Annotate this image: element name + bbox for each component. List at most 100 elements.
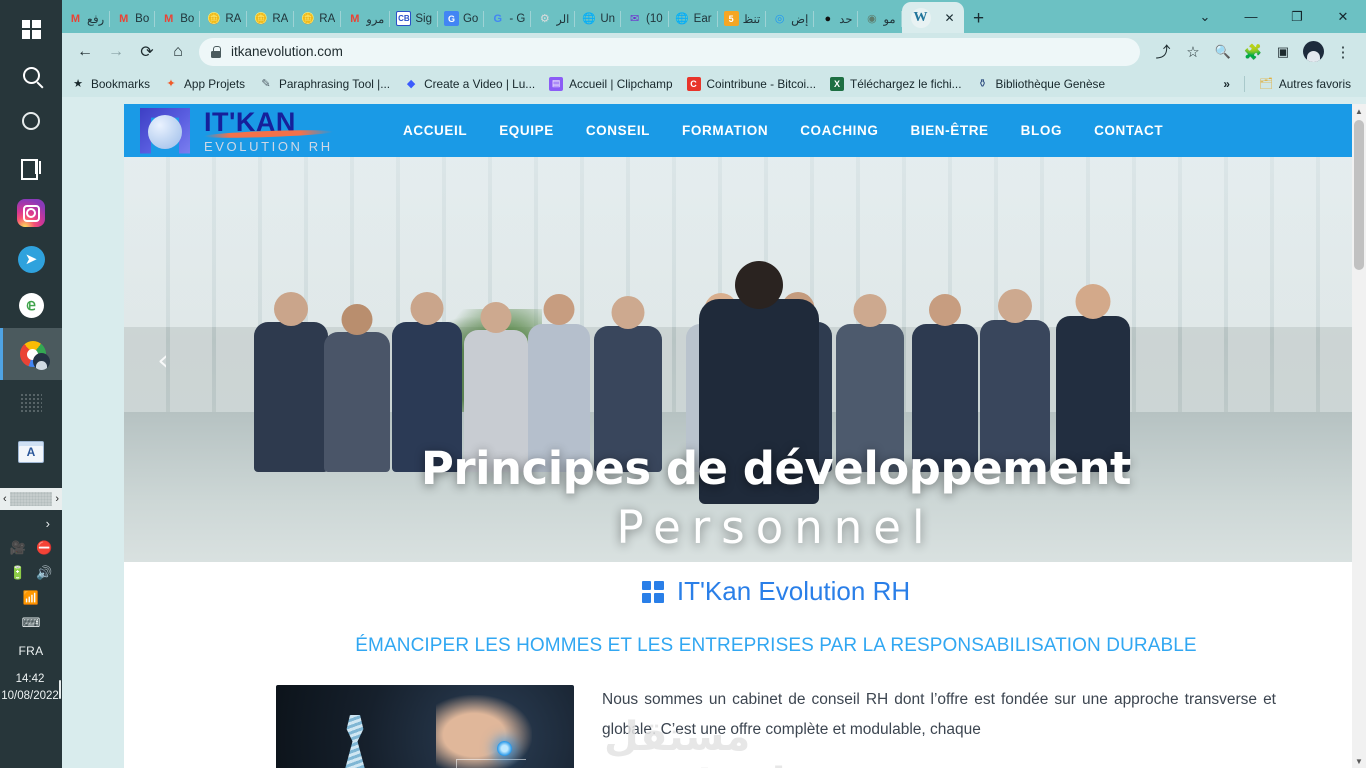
- menu-item-conseil[interactable]: CONSEIL: [586, 123, 650, 138]
- browser-tab[interactable]: 5 تنظ: [718, 4, 767, 33]
- browser-tab[interactable]: ✉ (10: [621, 4, 669, 33]
- share-icon[interactable]: ⤴: [1149, 38, 1177, 66]
- browser-tab[interactable]: 🪙 RA: [200, 4, 248, 33]
- lock-icon[interactable]: [211, 45, 221, 58]
- menu-item-bien-etre[interactable]: BIEN-ÊTRE: [911, 123, 989, 138]
- bookmark-item[interactable]: ◆ Create a Video | Lu...: [404, 77, 535, 91]
- camera-icon[interactable]: 🎥: [10, 540, 26, 556]
- reload-button[interactable]: ⟳: [133, 38, 161, 66]
- taskbar-scroll-right-arrow[interactable]: ›: [55, 493, 59, 505]
- bookmark-item[interactable]: X Téléchargez le fichi...: [830, 76, 961, 91]
- menu-item-accueil[interactable]: ACCUEIL: [403, 123, 467, 138]
- screen: ➤ 𝕖 A ‹ › › 🎥 ⛔ 🔋 🔊 📶 ⌨ FRA 14:42 10/08/…: [0, 0, 1366, 768]
- star-icon: ★: [73, 78, 83, 90]
- taskbar-scroll-left-arrow[interactable]: ‹: [3, 493, 7, 505]
- translate-favicon-icon: G: [443, 11, 459, 26]
- clock[interactable]: 14:42 10/08/2022: [1, 671, 59, 705]
- browser-tab[interactable]: ◎ إض: [766, 4, 815, 33]
- browser-tab-active[interactable]: W ✕: [901, 2, 964, 33]
- bookmark-star-icon[interactable]: ☆: [1179, 38, 1207, 66]
- browser-tab[interactable]: M رفع: [62, 4, 111, 33]
- windows-start-icon[interactable]: [0, 6, 62, 52]
- chrome-menu-icon[interactable]: ⋮: [1329, 38, 1357, 66]
- tab-title: رفع: [87, 13, 105, 26]
- browser-tab[interactable]: 🪙 RA: [294, 4, 342, 33]
- tab-title: إض: [791, 13, 809, 26]
- menu-item-contact[interactable]: CONTACT: [1094, 123, 1163, 138]
- browser-tab[interactable]: ◉ مو: [858, 4, 902, 33]
- extensions-puzzle-icon[interactable]: 🧩: [1239, 38, 1267, 66]
- minimize-button[interactable]: —: [1228, 0, 1274, 33]
- taskbar-scrollbar[interactable]: ‹ ›: [0, 488, 62, 510]
- site-logo[interactable]: IT'KAN EVOLUTION RH: [140, 107, 375, 154]
- scroll-down-arrow[interactable]: ▼: [1352, 754, 1366, 768]
- keyboard-icon[interactable]: ⌨: [22, 615, 41, 631]
- person-head: [341, 304, 373, 335]
- profile-avatar[interactable]: [1299, 38, 1327, 66]
- browser-tab[interactable]: 🌐 Ear: [669, 4, 718, 33]
- evernote-icon[interactable]: 𝕖: [0, 282, 62, 328]
- tab-title: Bo: [135, 12, 150, 25]
- search-icon[interactable]: [0, 52, 62, 98]
- browser-tab[interactable]: 🌐 Un: [575, 4, 622, 33]
- side-panel-icon[interactable]: ▣: [1269, 38, 1297, 66]
- windows-taskbar: ➤ 𝕖 A ‹ › › 🎥 ⛔ 🔋 🔊 📶 ⌨ FRA 14:42 10/08/…: [0, 0, 62, 768]
- browser-tab[interactable]: M Bo: [155, 4, 201, 33]
- bookmark-item[interactable]: C Cointribune - Bitcoi...: [686, 76, 816, 91]
- chrome-icon[interactable]: [0, 328, 62, 380]
- tab-title: الر: [556, 13, 570, 26]
- browser-tab[interactable]: ● حد: [814, 4, 859, 33]
- page-scroll-thumb[interactable]: [1354, 120, 1364, 270]
- bookmark-item[interactable]: ▤ Accueil | Clipchamp: [549, 76, 673, 91]
- other-bookmarks-label: Autres favoris: [1278, 76, 1351, 91]
- browser-tab[interactable]: M مرو: [341, 4, 391, 33]
- volume-icon[interactable]: 🔊: [36, 565, 52, 581]
- forward-button[interactable]: →: [102, 38, 130, 66]
- back-button[interactable]: ←: [71, 38, 99, 66]
- maximize-button[interactable]: ❐: [1274, 0, 1320, 33]
- main-menu: ACCUEIL EQUIPE CONSEIL FORMATION COACHIN…: [403, 123, 1163, 138]
- notification-icon[interactable]: [58, 679, 61, 699]
- menu-item-coaching[interactable]: COACHING: [800, 123, 878, 138]
- browser-tab[interactable]: G Go: [438, 4, 485, 33]
- cortana-icon[interactable]: [0, 98, 62, 144]
- browser-tab[interactable]: ⚙ الر: [531, 4, 576, 33]
- wifi-icon[interactable]: 📶: [23, 590, 39, 606]
- instagram-icon[interactable]: [0, 190, 62, 236]
- bookmark-item[interactable]: ⚱ Bibliothèque Genèse: [975, 77, 1105, 91]
- close-window-button[interactable]: ✕: [1320, 0, 1366, 33]
- grid-app-icon[interactable]: [0, 380, 62, 426]
- tab-title: (10: [646, 12, 663, 25]
- battery-charging-icon[interactable]: 🔋: [10, 565, 26, 581]
- taskbar-scroll-thumb[interactable]: [9, 492, 53, 506]
- browser-tab[interactable]: M Bo: [110, 4, 156, 33]
- gear-favicon-icon: ⚙: [539, 13, 550, 25]
- menu-item-blog[interactable]: BLOG: [1021, 123, 1062, 138]
- menu-item-equipe[interactable]: EQUIPE: [499, 123, 554, 138]
- telegram-icon[interactable]: ➤: [0, 236, 62, 282]
- browser-tab[interactable]: 🪙 RA: [247, 4, 295, 33]
- hero-prev-arrow[interactable]: ‹: [148, 343, 178, 376]
- bookmark-item[interactable]: ✦ App Projets: [164, 77, 245, 91]
- browser-tab[interactable]: CB Sig: [390, 4, 438, 33]
- camera-off-icon[interactable]: ⛔: [36, 540, 52, 556]
- bookmark-item[interactable]: ★ Bookmarks: [71, 77, 150, 91]
- word-document-icon[interactable]: A: [0, 426, 62, 478]
- home-button[interactable]: ⌂: [164, 38, 192, 66]
- scroll-up-arrow[interactable]: ▲: [1352, 104, 1366, 118]
- bookmark-item[interactable]: ✎ Paraphrasing Tool |...: [259, 77, 390, 91]
- browser-tab[interactable]: G- G: [484, 4, 532, 33]
- search-extension-icon[interactable]: 🔍: [1209, 38, 1237, 66]
- language-indicator[interactable]: FRA: [19, 644, 44, 658]
- address-bar[interactable]: itkanevolution.com: [199, 37, 1140, 66]
- page-scrollbar[interactable]: ▲ ▼: [1352, 104, 1366, 768]
- tab-close-icon[interactable]: ✕: [944, 11, 954, 25]
- task-view-icon[interactable]: [0, 144, 62, 190]
- bookmarks-overflow-button[interactable]: »: [1223, 77, 1230, 91]
- other-bookmarks-folder[interactable]: 🗂 Autres favoris: [1259, 77, 1351, 91]
- new-tab-button[interactable]: +: [964, 4, 994, 33]
- tab-search-chevron-icon[interactable]: ⌄: [1182, 0, 1228, 33]
- coin-favicon-icon: 🪙: [253, 13, 268, 25]
- tray-overflow-chevron-icon[interactable]: ›: [0, 516, 62, 531]
- menu-item-formation[interactable]: FORMATION: [682, 123, 768, 138]
